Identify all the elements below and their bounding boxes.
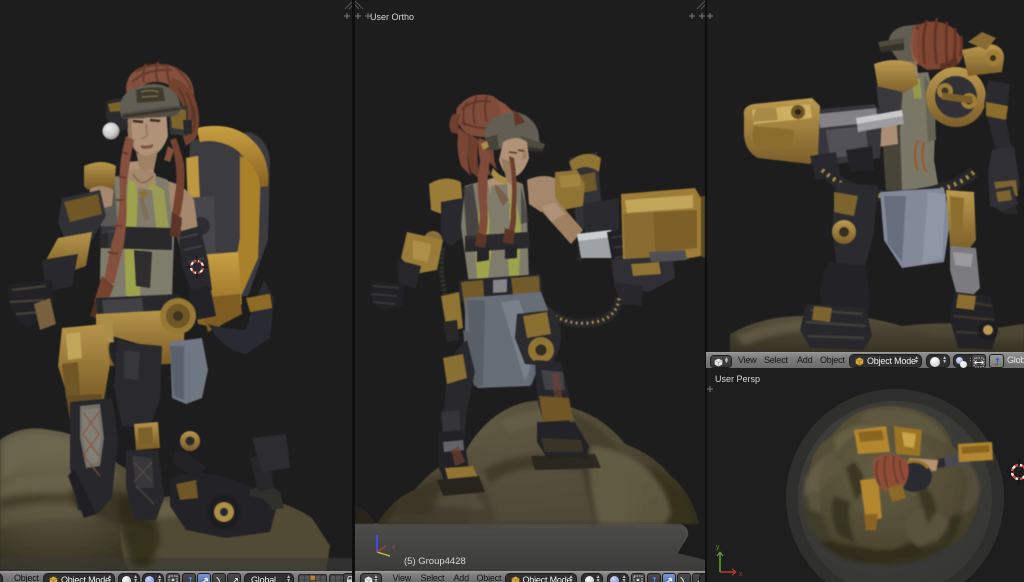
svg-text:x: x bbox=[392, 545, 395, 551]
svg-text:y: y bbox=[716, 544, 720, 551]
svg-text:x: x bbox=[739, 571, 743, 578]
